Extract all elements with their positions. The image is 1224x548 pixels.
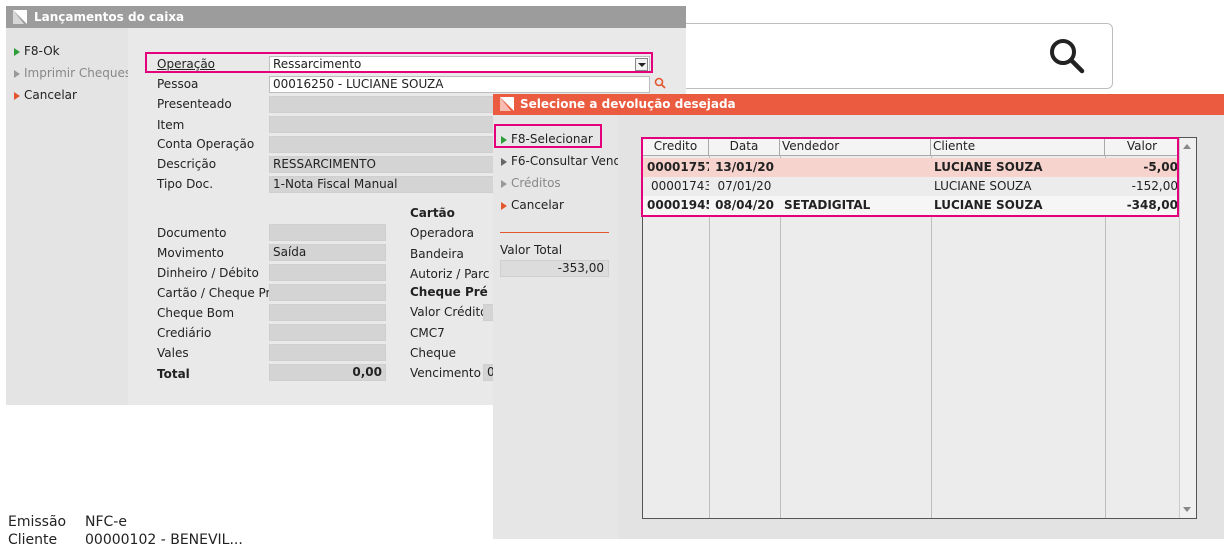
tipo-doc-label: Tipo Doc.: [157, 177, 214, 191]
credits-button[interactable]: Créditos: [501, 176, 561, 190]
cheque-pre-header: Cheque Pré: [410, 285, 488, 299]
vencimento-label: Vencimento: [410, 366, 481, 380]
dialog-sidebar: F8-Selecionar F6-Consultar Venda Crédito…: [493, 115, 628, 539]
dialog-title: Selecione a devolução desejada: [520, 97, 736, 111]
select-return-dialog: Selecione a devolução desejada F8-Seleci…: [493, 94, 1224, 539]
pessoa-field[interactable]: 00016250 - LUCIANE SOUZA: [269, 76, 650, 93]
movimento-field[interactable]: Saída: [269, 244, 386, 261]
play-icon: [501, 179, 507, 188]
vales-field[interactable]: [269, 344, 386, 361]
cartao-header: Cartão: [410, 206, 455, 220]
cartao-cheque-field[interactable]: [269, 284, 386, 301]
item-label: Item: [157, 118, 185, 132]
cheque-label: Cheque: [410, 346, 456, 360]
app-logo-icon: [13, 10, 27, 24]
dialog-titlebar: Selecione a devolução desejada: [493, 94, 1224, 115]
play-icon: [501, 157, 507, 166]
emissao-label: Emissão: [8, 514, 67, 530]
operadora-label: Operadora: [410, 226, 474, 240]
cheque-bom-label: Cheque Bom: [157, 306, 235, 320]
valor-total-field: -353,00: [500, 260, 609, 277]
cmc7-label: CMC7: [410, 326, 445, 340]
crediario-field[interactable]: [269, 324, 386, 341]
play-icon: [14, 69, 20, 78]
dialog-cancel-button[interactable]: Cancelar: [501, 198, 564, 212]
scroll-down-icon[interactable]: [1183, 507, 1191, 512]
pessoa-label: Pessoa: [157, 77, 199, 91]
documento-label: Documento: [157, 226, 227, 240]
emissao-value: NFC-e: [85, 514, 127, 530]
cancel-button[interactable]: Cancelar: [14, 88, 77, 102]
operacao-highlight: [145, 52, 653, 73]
cliente-value: 00000102 - BENEVIL...: [85, 532, 243, 548]
autoriz-label: Autoriz / Parc: [410, 267, 490, 281]
f6-consult-sale-button[interactable]: F6-Consultar Venda: [501, 154, 628, 168]
valor-credito-label: Valor Crédito: [410, 305, 488, 319]
scroll-up-icon[interactable]: [1183, 144, 1191, 149]
table-highlight: [641, 137, 1179, 217]
total-label: Total: [157, 367, 190, 381]
play-icon: [501, 201, 507, 210]
app-logo-icon: [500, 97, 514, 111]
documento-field[interactable]: [269, 224, 386, 241]
search-box[interactable]: [686, 23, 1113, 89]
cash-entries-titlebar: Lançamentos do caixa: [6, 6, 686, 28]
conta-operacao-label: Conta Operação: [157, 137, 255, 151]
dinheiro-field[interactable]: [269, 264, 386, 281]
presenteado-label: Presenteado: [157, 97, 232, 111]
play-icon: [14, 47, 20, 56]
dinheiro-label: Dinheiro / Débito: [157, 266, 259, 280]
play-icon: [14, 91, 20, 100]
cartao-cheque-label: Cartão / Cheque Pré: [157, 286, 278, 300]
valor-total-label: Valor Total: [500, 243, 563, 257]
search-icon[interactable]: [1048, 37, 1086, 75]
f8-ok-button[interactable]: F8-Ok: [14, 44, 60, 58]
window-title: Lançamentos do caixa: [34, 10, 185, 24]
vales-label: Vales: [157, 346, 189, 360]
search-icon[interactable]: [654, 77, 666, 89]
cheque-bom-field[interactable]: [269, 304, 386, 321]
table-scrollbar[interactable]: [1179, 138, 1196, 518]
total-field: 0,00: [269, 364, 386, 381]
f8-select-highlight: [494, 124, 602, 148]
movimento-label: Movimento: [157, 246, 224, 260]
sidebar-divider: [500, 232, 609, 233]
bandeira-label: Bandeira: [410, 247, 464, 261]
cliente-label: Cliente: [8, 532, 58, 548]
descricao-label: Descrição: [157, 157, 217, 171]
print-cheques-button[interactable]: Imprimir Cheques: [14, 66, 131, 80]
cash-entries-sidebar: F8-Ok Imprimir Cheques Cancelar: [6, 28, 131, 405]
crediario-label: Crediário: [157, 326, 212, 340]
